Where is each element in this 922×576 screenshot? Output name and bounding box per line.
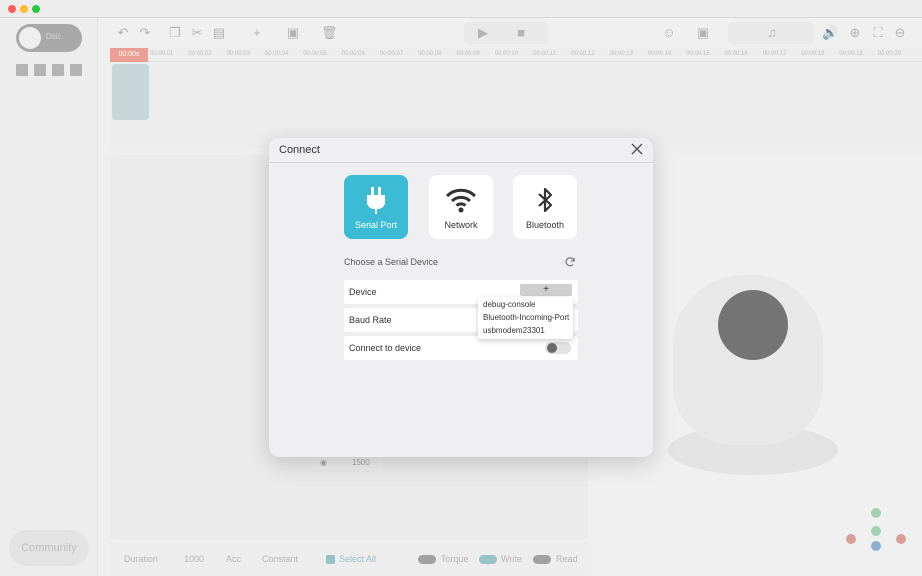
device-label: Device: [349, 287, 377, 297]
window-titlebar: [0, 0, 922, 18]
device-option[interactable]: usbmodem23301: [483, 326, 545, 335]
tab-bluetooth[interactable]: Bluetooth: [513, 175, 577, 239]
window-zoom-button[interactable]: [32, 5, 40, 13]
usb-plug-icon: [367, 187, 385, 214]
device-dropdown: debug-console Bluetooth-Incoming-Port us…: [478, 297, 573, 339]
window-minimize-button[interactable]: [20, 5, 28, 13]
baud-rate-label: Baud Rate: [349, 315, 392, 325]
choose-device-label: Choose a Serial Device: [344, 257, 439, 267]
tab-network-label: Network: [444, 220, 478, 230]
wifi-icon: [445, 188, 477, 213]
connect-switch-knob: [547, 343, 557, 353]
connect-row: Connect to device: [344, 336, 578, 360]
connect-dialog: Connect Serial Port Network Bluetooth Ch…: [269, 138, 653, 457]
tab-bluetooth-label: Bluetooth: [525, 220, 565, 230]
device-option[interactable]: Bluetooth-Incoming-Port: [483, 313, 569, 322]
tab-serial-port-label: Serial Port: [354, 220, 398, 230]
tab-network[interactable]: Network: [429, 175, 493, 239]
tab-serial-port[interactable]: Serial Port: [344, 175, 408, 239]
dialog-header: Connect: [269, 138, 653, 163]
device-select-button[interactable]: +: [520, 284, 572, 296]
close-icon[interactable]: [631, 143, 643, 155]
bluetooth-icon: [538, 187, 553, 213]
refresh-icon[interactable]: [564, 256, 576, 268]
connect-switch[interactable]: [545, 342, 571, 354]
connect-label: Connect to device: [349, 343, 422, 353]
dialog-title: Connect: [279, 144, 320, 156]
window-close-button[interactable]: [8, 5, 16, 13]
device-option[interactable]: debug-console: [483, 300, 535, 309]
